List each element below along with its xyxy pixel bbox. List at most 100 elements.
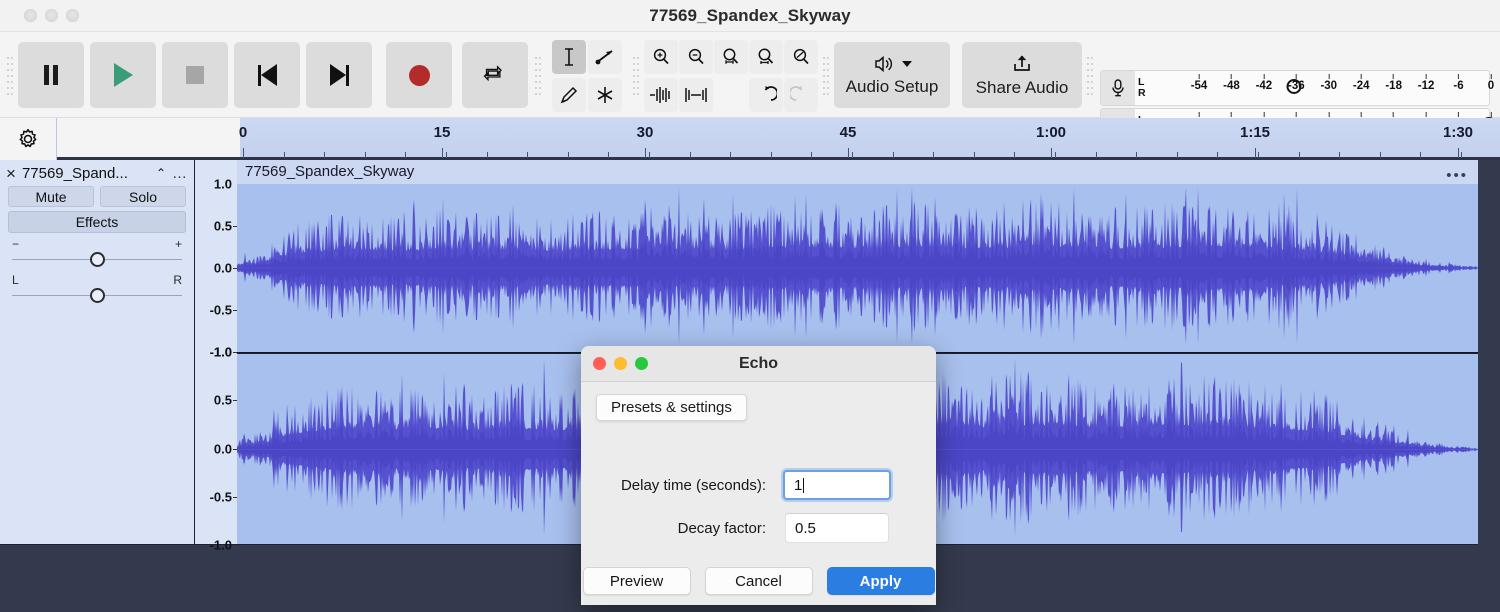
track-header: × 77569_Spand... ⌃ … [0,160,194,186]
vertical-amplitude-ruler[interactable]: 1.00.50.0-0.5-1.0 1.00.50.0-0.5-1.0 [195,160,237,545]
pause-button[interactable] [18,42,84,108]
timeline-minor-tick [852,152,853,158]
timeline-label: 15 [434,124,451,141]
echo-dialog-close-button[interactable] [593,357,606,370]
zoom-toggle-button[interactable] [784,40,818,74]
echo-dialog-minimize-button[interactable] [614,357,627,370]
zoom-in-button[interactable] [644,40,678,74]
share-audio-button[interactable]: Share Audio [962,42,1082,108]
delay-time-input[interactable]: 1 [783,470,891,500]
decay-factor-input[interactable]: 0.5 [785,513,889,543]
recording-meter-scale: -54-48-42-36-30-24-18-12-60 [1151,71,1489,105]
zoom-out-button[interactable] [679,40,713,74]
apply-button[interactable]: Apply [827,567,935,595]
skip-start-button[interactable] [234,42,300,108]
redo-icon [790,85,812,105]
echo-dialog[interactable]: Echo Presets & settings Delay time (seco… [581,346,936,605]
gain-slider-thumb[interactable] [90,252,105,267]
meter-tick-mark [1296,112,1297,117]
timeline-minor-tick [608,152,609,158]
timeline-minor-tick [1461,152,1462,158]
timeline-minor-tick [527,152,528,158]
i-beam-icon [560,47,578,67]
track-close-button[interactable]: × [6,165,16,182]
zoom-out-icon [686,47,706,67]
edit-toolbar-grip[interactable] [632,55,640,95]
pan-slider-thumb[interactable] [90,288,105,303]
meter-tick-label: 0 [1488,80,1494,92]
asterisk-icon [595,85,615,105]
timeline-minor-tick [405,152,406,158]
timeline-minor-tick [1055,152,1056,158]
meter-tick: -6 [1453,74,1463,92]
solo-button[interactable]: Solo [100,186,186,207]
timeline-minor-tick [893,152,894,158]
presets-settings-button[interactable]: Presets & settings [596,394,747,421]
pan-slider[interactable]: L R [12,275,182,305]
effects-button[interactable]: Effects [8,211,186,233]
multi-tool[interactable] [588,78,622,112]
stop-button[interactable] [162,42,228,108]
skip-to-start-icon [258,64,277,86]
tools-toolbar-grip[interactable] [534,55,542,95]
meter-tick: -48 [1223,74,1240,92]
amplitude-label: -1.0 [210,538,232,553]
envelope-icon [594,47,616,67]
silence-audio-button[interactable] [679,78,713,112]
cancel-button[interactable]: Cancel [705,567,813,595]
amplitude-label: 0.5 [214,393,232,408]
timeline-options-button[interactable] [0,118,56,160]
envelope-tool[interactable] [588,40,622,74]
meter-toolbar-grip[interactable] [1086,55,1094,95]
tools-toolbar [552,40,632,114]
gain-slider-max-label: + [175,239,182,249]
timeline-label: 1:30 [1443,124,1473,141]
timeline-minor-tick [811,152,812,158]
mute-button[interactable]: Mute [8,186,94,207]
trim-audio-button[interactable] [644,78,678,112]
meter-tick-mark [1361,74,1362,79]
fit-selection-button[interactable] [714,40,748,74]
meter-tick-mark [1491,74,1492,79]
clip-title-bar[interactable]: 77569_Spandex_Skyway ••• [237,160,1478,184]
loop-button[interactable] [462,42,528,108]
meter-tick-mark [1199,74,1200,79]
draw-tool[interactable] [552,78,586,112]
skip-end-button[interactable] [306,42,372,108]
track-name-label[interactable]: 77569_Spand... [22,165,150,182]
play-button[interactable] [90,42,156,108]
meter-tick-mark [1328,74,1329,79]
share-audio-label: Share Audio [976,78,1069,98]
selection-tool[interactable] [552,40,586,74]
decay-factor-label: Decay factor: [581,520,766,537]
redo-button[interactable] [784,78,818,112]
record-button[interactable] [386,42,452,108]
waveform-left-channel[interactable] [237,184,1478,352]
echo-dialog-zoom-button[interactable] [635,357,648,370]
track-menu-button[interactable]: … [172,165,188,182]
undo-button[interactable] [749,78,783,112]
recording-meter-channels: L R [1135,77,1151,99]
main-toolbar: Audio Setup Share Audio L R [0,32,1500,118]
gain-slider[interactable]: − + [12,239,182,269]
meter-tick-label: -6 [1453,80,1463,92]
meter-level-knob[interactable] [1287,79,1302,94]
amplitude-label: 0.0 [214,261,232,276]
preview-button[interactable]: Preview [583,567,691,595]
timeline-major-tick [442,148,443,158]
microphone-icon[interactable] [1101,71,1135,105]
timeline-label: 45 [840,124,857,141]
timeline-ruler[interactable]: 01530451:001:151:30 [56,118,1500,160]
fit-project-button[interactable] [749,40,783,74]
audio-setup-toolbar-grip[interactable] [822,55,830,95]
track-mute-solo-row: Mute Solo [0,186,194,211]
transport-toolbar-grip[interactable] [6,55,14,95]
meter-tick-mark [1263,112,1264,117]
audio-setup-button[interactable]: Audio Setup [834,42,950,108]
track-collapse-button[interactable]: ⌃ [156,166,166,180]
meter-tick-label: -12 [1418,80,1435,92]
recording-meter[interactable]: L R -54-48-42-36-30-24-18-12-60 [1100,70,1490,106]
timeline-minor-tick [771,152,772,158]
meter-tick: -12 [1418,74,1435,92]
timeline-label: 1:00 [1036,124,1066,141]
